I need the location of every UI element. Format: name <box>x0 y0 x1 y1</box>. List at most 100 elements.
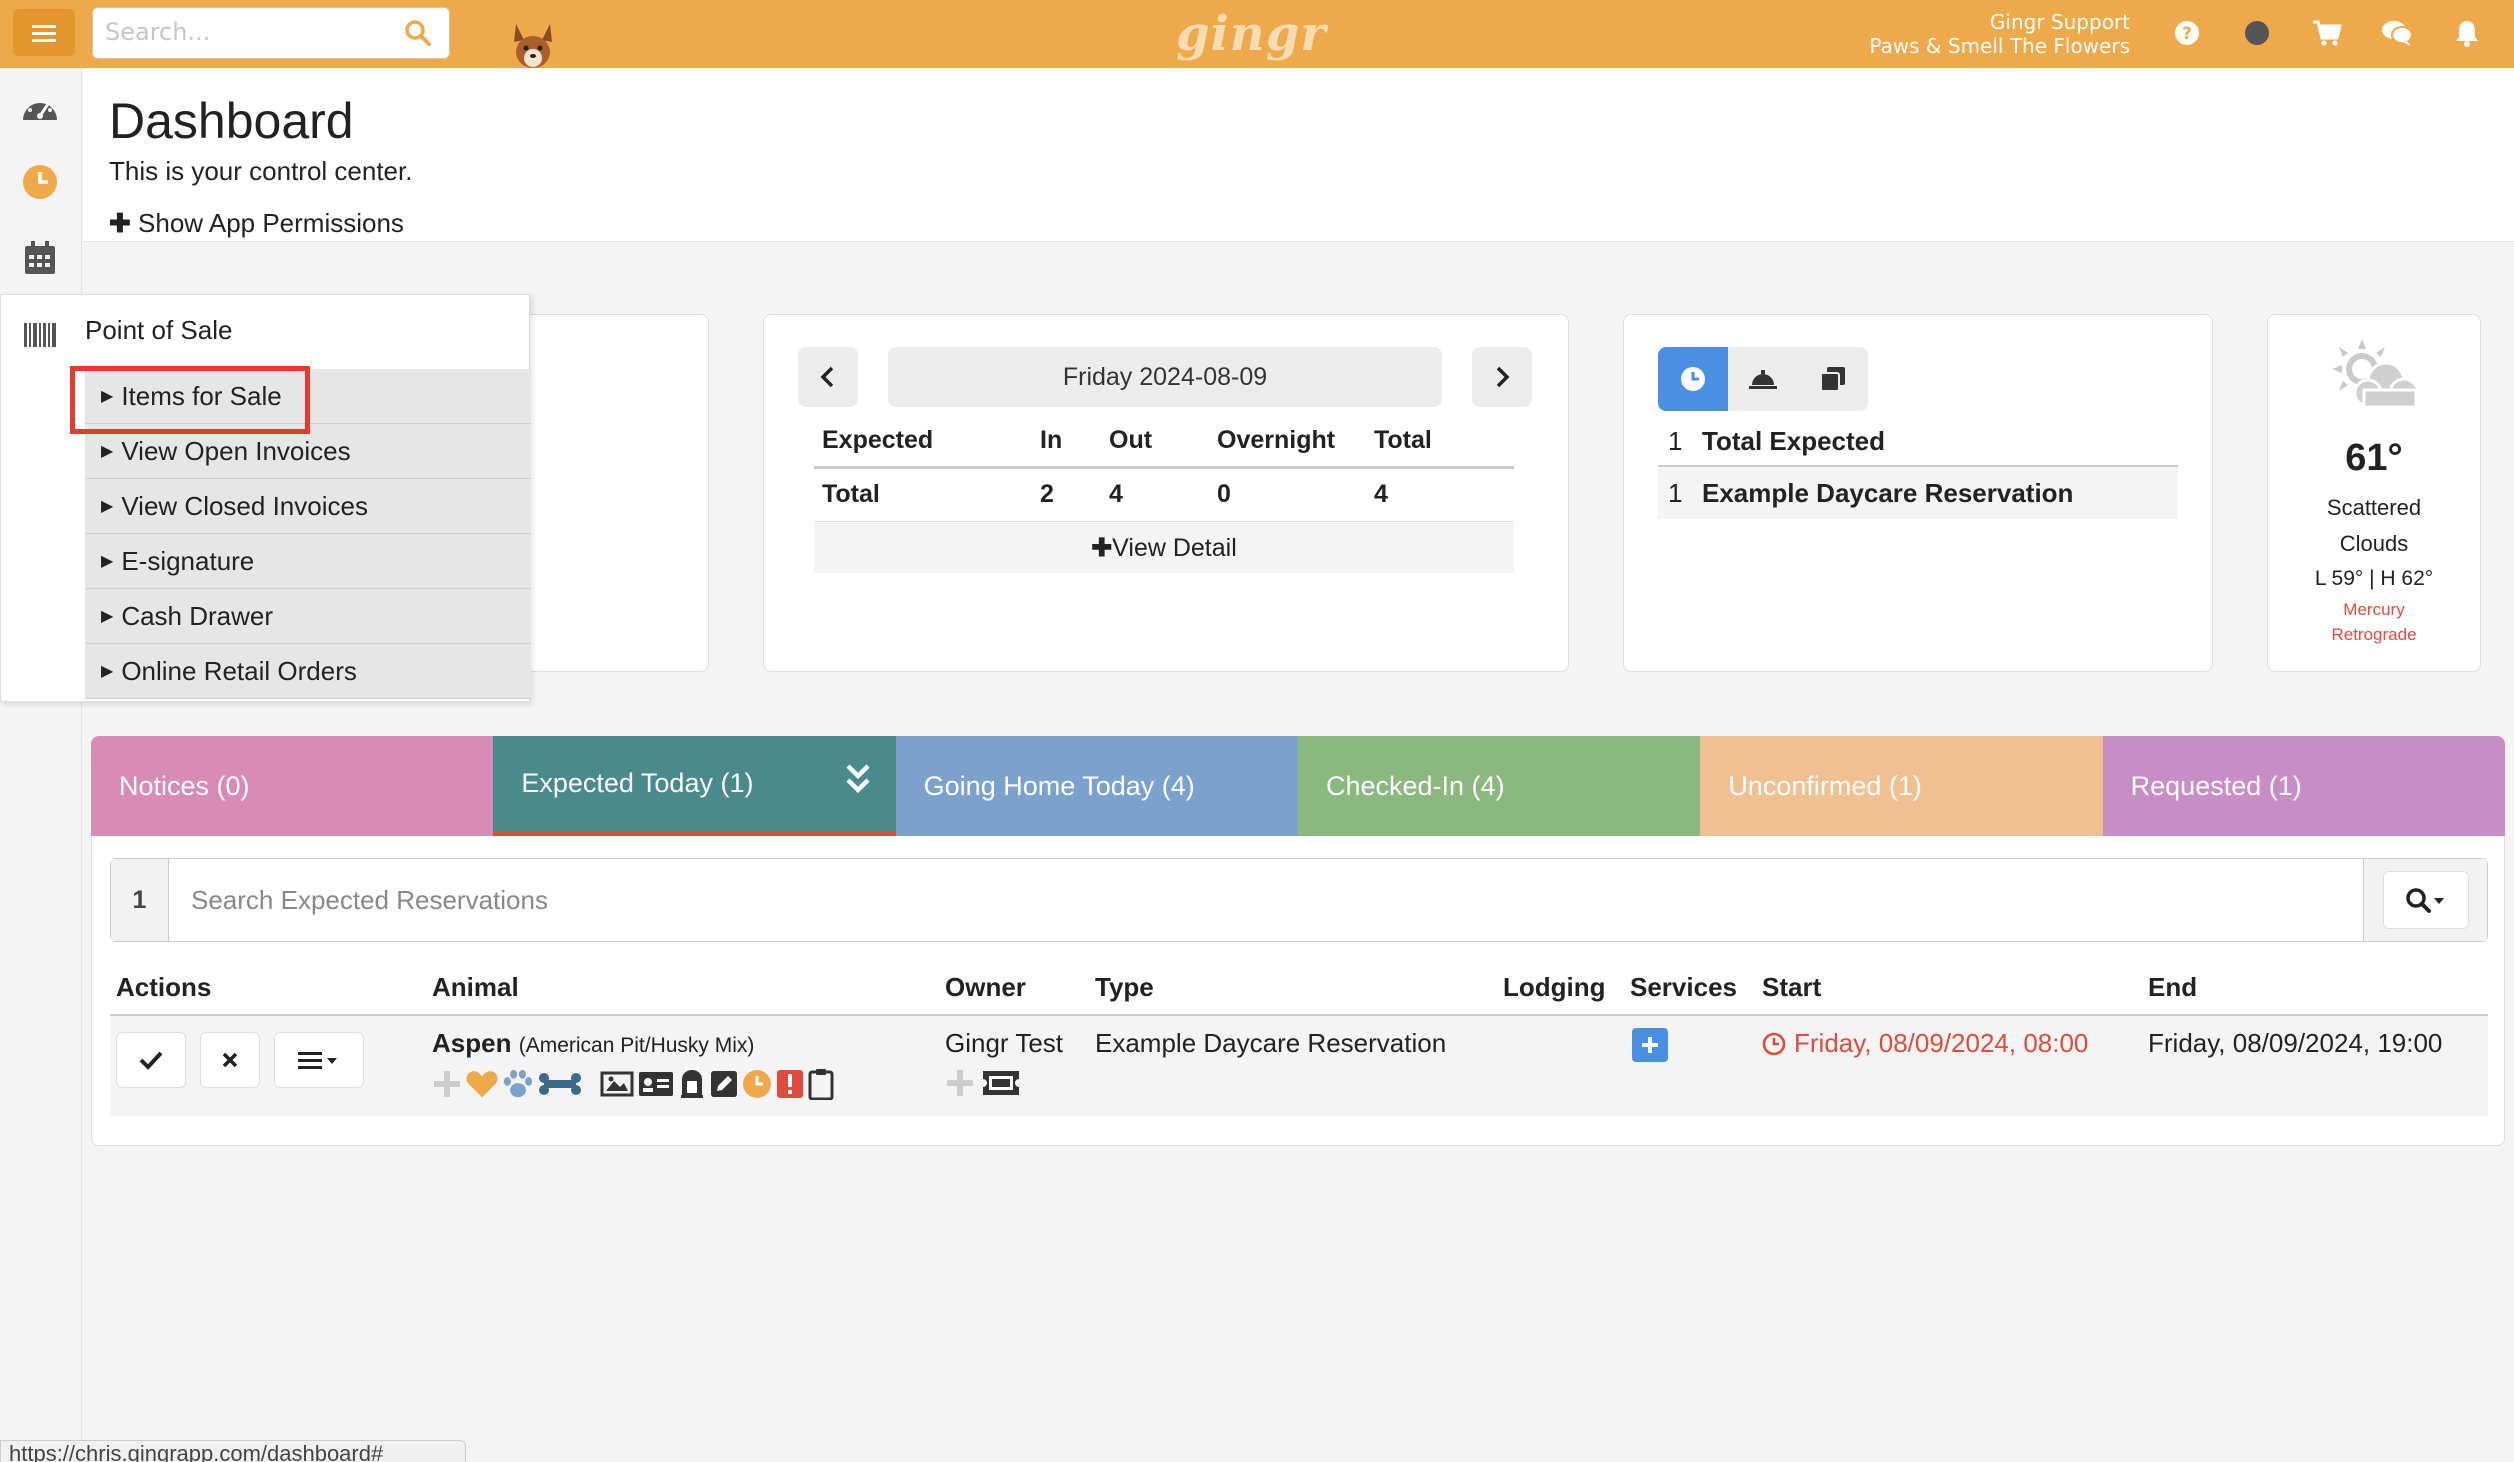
add-icon[interactable] <box>432 1069 462 1099</box>
hamburger-menu-button[interactable] <box>13 9 75 56</box>
view-detail-button[interactable]: ✚ View Detail <box>814 523 1514 573</box>
reservation-search-bar: 1 <box>110 858 2488 942</box>
clock-view-button[interactable] <box>1658 347 1728 411</box>
owner-icon-row <box>945 1068 1021 1098</box>
hamburger-icon <box>32 24 56 42</box>
service-bell-view-button[interactable] <box>1728 347 1798 411</box>
tab-going-home-today[interactable]: Going Home Today (4) <box>895 736 1298 836</box>
tab-label: Unconfirmed (1) <box>1728 770 1922 801</box>
stats-in-value: 2 <box>1040 467 1109 522</box>
expected-reservations-panel: 1 Actions Animal Owner Type Lodging Serv… <box>91 836 2505 1146</box>
svg-text:?: ? <box>2182 24 2192 44</box>
caret-right-icon: ▶ <box>101 553 114 570</box>
edit-icon[interactable] <box>710 1070 738 1098</box>
paw-icon[interactable] <box>502 1069 534 1099</box>
animal-name[interactable]: Aspen <box>432 1028 511 1058</box>
tab-unconfirmed[interactable]: Unconfirmed (1) <box>1700 736 2103 836</box>
copy-icon <box>1820 367 1845 392</box>
stats-total-value: 4 <box>1374 467 1514 522</box>
col-actions: Actions <box>116 972 212 1002</box>
menu-item-e-signature[interactable]: ▶ E-signature <box>85 534 531 589</box>
animal-breed: (American Pit/Husky Mix) <box>518 1034 755 1057</box>
tab-label: Requested (1) <box>2130 770 2302 801</box>
stats-header-overnight: Overnight <box>1217 415 1374 469</box>
search-icon[interactable] <box>403 18 433 48</box>
daily-stats-table: Expected In Out Overnight Total Total 2 … <box>814 415 1514 522</box>
status-dot-icon[interactable] <box>2240 16 2274 50</box>
service-bell-icon <box>1749 370 1777 389</box>
global-search <box>92 7 450 59</box>
cancel-reservation-button[interactable] <box>200 1032 260 1088</box>
menu-item-view-closed-invoices[interactable]: ▶ View Closed Invoices <box>85 479 531 534</box>
stats-header-in: In <box>1040 415 1109 469</box>
tab-notices[interactable]: Notices (0) <box>91 736 494 836</box>
date-display[interactable]: Friday 2024-08-09 <box>888 347 1442 407</box>
bell-icon[interactable] <box>2450 16 2484 50</box>
search-dropdown-icon <box>2405 888 2444 913</box>
start-cell: Friday, 08/09/2024, 08:00 <box>1762 1028 2088 1059</box>
menu-item-label: E-signature <box>121 545 255 576</box>
show-permissions-link[interactable]: ✚ Show App Permissions <box>109 208 404 239</box>
left-sidebar <box>0 68 82 1462</box>
search-options-button[interactable] <box>2382 871 2469 929</box>
pos-menu-title[interactable]: Point of Sale <box>85 315 232 346</box>
chat-icon[interactable] <box>2380 16 2414 50</box>
stats-header-expected: Expected <box>814 415 1040 469</box>
cart-icon[interactable] <box>2310 16 2344 50</box>
dashboard-gauge-icon[interactable] <box>18 86 62 130</box>
tab-requested[interactable]: Requested (1) <box>2102 736 2505 836</box>
reservation-search-input[interactable] <box>171 859 2371 941</box>
clock-icon[interactable] <box>18 160 62 204</box>
table-row: Aspen (American Pit/Husky Mix) Gingr Tes… <box>110 1016 2488 1116</box>
location-name: Paws & Smell The Flowers <box>1869 34 2130 58</box>
next-day-button[interactable] <box>1472 347 1532 407</box>
previous-day-button[interactable] <box>798 347 858 407</box>
alert-icon[interactable] <box>776 1069 804 1099</box>
image-icon[interactable] <box>600 1070 634 1098</box>
weather-condition-line1: Scattered <box>2326 495 2422 520</box>
temperature-range: L 59° | H 62° <box>2314 567 2434 590</box>
end-datetime: Friday, 08/09/2024, 19:00 <box>2148 1028 2443 1058</box>
temperature: 61° <box>2345 437 2403 479</box>
clipboard-icon[interactable] <box>808 1068 834 1100</box>
double-chevron-down-icon <box>846 764 870 794</box>
col-owner: Owner <box>945 972 1026 1002</box>
clock-icon[interactable] <box>742 1069 772 1099</box>
expected-count: 1 <box>1668 425 1683 456</box>
expected-row[interactable]: 1 Example Daycare Reservation <box>1658 467 2178 519</box>
col-end: End <box>2148 972 2198 1002</box>
menu-item-cash-drawer[interactable]: ▶ Cash Drawer <box>85 589 531 644</box>
clock-outline-icon <box>1762 1032 1786 1055</box>
kennel-icon[interactable] <box>678 1069 706 1099</box>
result-count: 1 <box>111 859 169 941</box>
copy-view-button[interactable] <box>1798 347 1868 411</box>
tab-expected-today[interactable]: Expected Today (1) <box>493 736 896 836</box>
point-of-sale-menu: Point of Sale ▶ Items for Sale ▶ View Open… <box>0 294 531 702</box>
expected-label: Example Daycare Reservation <box>1702 477 2074 508</box>
calendar-icon[interactable] <box>18 236 62 280</box>
global-search-input[interactable] <box>93 8 393 56</box>
expected-row: 1 Total Expected <box>1658 415 2178 467</box>
weather-alert-line1: Mercury <box>2343 600 2405 619</box>
user-info[interactable]: Gingr Support Paws & Smell The Flowers <box>1869 10 2130 58</box>
check-in-button[interactable] <box>116 1032 186 1088</box>
plus-icon: ✚ <box>1091 534 1113 562</box>
help-icon[interactable]: ? <box>2170 16 2204 50</box>
col-services: Services <box>1630 972 1737 1002</box>
gingr-logo: gingr <box>1176 6 1327 62</box>
tab-checked-in[interactable]: Checked-In (4) <box>1297 736 1701 836</box>
page-title: Dashboard <box>109 93 354 149</box>
heart-icon[interactable] <box>466 1069 498 1099</box>
more-actions-button[interactable] <box>274 1032 364 1088</box>
tab-label: Going Home Today (4) <box>923 770 1195 801</box>
add-service-button[interactable] <box>1632 1028 1668 1062</box>
id-card-icon[interactable] <box>638 1070 674 1098</box>
stats-header-total: Total <box>1374 415 1514 469</box>
menu-item-online-retail-orders[interactable]: ▶ Online Retail Orders <box>85 644 531 699</box>
owner-name[interactable]: Gingr Test <box>945 1028 1063 1059</box>
ticket-icon[interactable] <box>981 1069 1021 1097</box>
clock-icon <box>1681 367 1705 391</box>
bone-icon[interactable] <box>538 1071 582 1097</box>
reservation-type[interactable]: Example Daycare Reservation <box>1095 1028 1446 1059</box>
add-icon[interactable] <box>945 1068 975 1098</box>
